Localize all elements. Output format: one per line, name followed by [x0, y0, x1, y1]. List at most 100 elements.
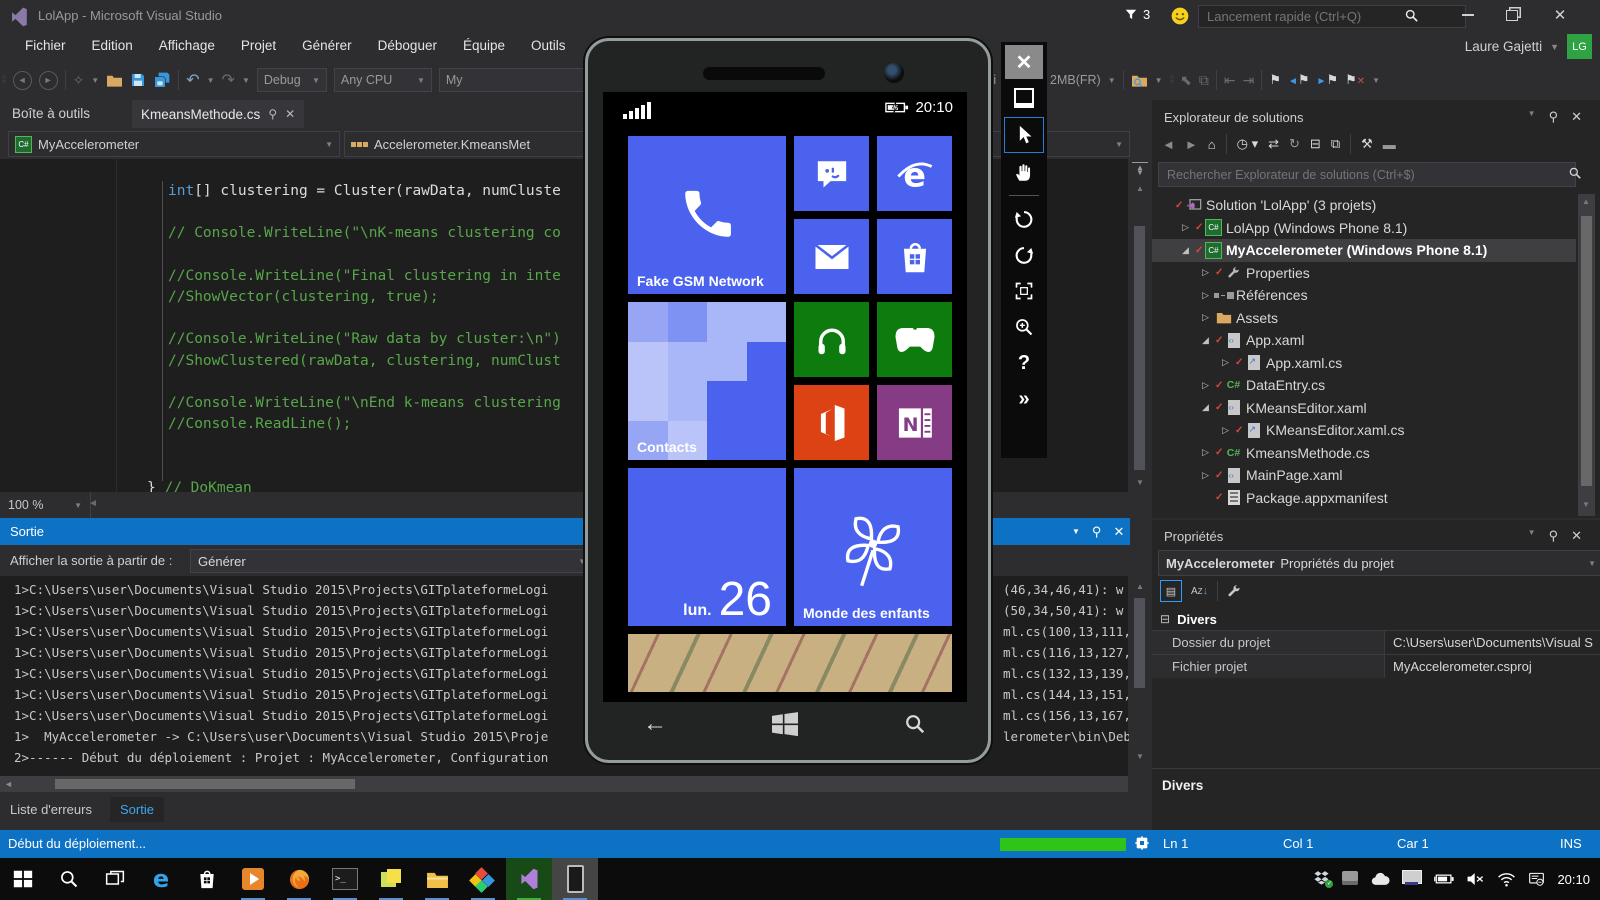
previous-bookmark-button[interactable]: ◄⚑	[1288, 72, 1310, 88]
expander-icon[interactable]: ▷	[1200, 267, 1211, 278]
refresh-icon[interactable]: ↻	[1289, 136, 1300, 152]
user-account[interactable]: Laure Gajetti ▼ LG	[1465, 34, 1592, 59]
taskbar-phone-emulator-button[interactable]	[552, 858, 598, 900]
solution-configuration-dropdown[interactable]: Debug▼	[257, 68, 327, 92]
tab-output[interactable]: Sortie	[110, 797, 164, 822]
minimize-button[interactable]	[1448, 0, 1488, 30]
scroll-down-arrow-icon[interactable]: ▼	[1136, 752, 1144, 761]
tile-internet-explorer[interactable]: e	[877, 136, 952, 211]
tile-games[interactable]	[877, 302, 952, 377]
tab-toolbox[interactable]: Boîte à outils	[12, 106, 90, 121]
taskbar-visual-studio-button[interactable]	[506, 858, 552, 900]
expander-icon[interactable]: ▷	[1200, 312, 1211, 323]
menu-fichier[interactable]: Fichier	[14, 32, 77, 62]
taskbar-search-button[interactable]	[46, 858, 92, 900]
tree-item-solution-lolapp-3-projets-[interactable]: ✓Solution 'LolApp' (3 projets)	[1152, 194, 1576, 217]
pin-icon[interactable]: ⚲	[1549, 109, 1559, 125]
preview-icon[interactable]: ⧉	[1331, 136, 1340, 152]
tab-kmeansmethode[interactable]: KmeansMethode.cs ⚲ ✕	[132, 100, 304, 128]
tile-calendar[interactable]: lun.26	[628, 468, 786, 626]
scroll-up-arrow-icon[interactable]: ▲	[1136, 582, 1144, 591]
categorized-view-button[interactable]: ▤	[1160, 580, 1182, 602]
window-position-icon[interactable]: ▼	[1528, 109, 1536, 125]
scroll-up-arrow-icon[interactable]: ▲	[1136, 184, 1144, 193]
tray-onedrive-icon[interactable]	[1370, 872, 1390, 886]
phone-start-button[interactable]	[770, 711, 800, 737]
chevron-down-icon[interactable]: ▼	[207, 76, 215, 85]
pending-changes-icon[interactable]: ◷ ▾	[1237, 136, 1258, 152]
indent-button[interactable]: ⇥	[1243, 72, 1255, 89]
feedback-smiley-icon[interactable]	[1170, 6, 1190, 26]
chevron-down-icon[interactable]: ▼	[1108, 76, 1116, 85]
editor-scrollbar-thumb[interactable]	[1134, 226, 1145, 470]
scroll-up-arrow-icon[interactable]: ▲	[1582, 197, 1590, 206]
close-button[interactable]: ✕	[1540, 0, 1580, 30]
next-bookmark-button[interactable]: ►⚑	[1317, 72, 1339, 88]
solution-explorer-search-input[interactable]	[1158, 162, 1576, 187]
tile-monde-des-enfants[interactable]: Monde des enfants	[794, 468, 952, 626]
chevron-down-icon[interactable]: ▼	[1155, 76, 1163, 85]
emulator-help-button[interactable]: ?	[1005, 346, 1043, 380]
tree-item-kmeansmethode.cs[interactable]: ▷✓C#KmeansMethode.cs	[1152, 442, 1576, 465]
output-source-dropdown[interactable]: Générer▼	[190, 549, 594, 573]
scrollbar-thumb[interactable]	[1581, 216, 1592, 486]
close-icon[interactable]: ✕	[1571, 109, 1582, 125]
hscroll-left-arrow-icon[interactable]: ◄	[88, 498, 98, 509]
search-icon[interactable]	[1568, 166, 1582, 180]
home-icon[interactable]: ⌂	[1208, 137, 1216, 152]
tray-volume-muted-icon[interactable]	[1466, 871, 1485, 887]
property-value[interactable]: C:\Users\user\Documents\Visual S	[1385, 631, 1600, 654]
split-window-handle[interactable]: ▲▼	[1132, 162, 1148, 175]
tree-item-assets[interactable]: ▷Assets	[1152, 307, 1576, 330]
project-dropdown[interactable]: C# MyAccelerometer ▼	[8, 131, 340, 157]
emulator-cursor-button[interactable]	[1004, 117, 1044, 153]
emulator-minimize-button[interactable]	[1005, 81, 1043, 115]
taskbar-file-explorer-button[interactable]	[414, 858, 460, 900]
collapse-icon[interactable]: ⊟	[1160, 612, 1170, 626]
solution-explorer-titlebar[interactable]: Explorateur de solutions ▼ ⚲ ✕	[1152, 104, 1600, 130]
phone-back-button[interactable]: ←	[643, 714, 667, 734]
find-in-files-button[interactable]	[1131, 73, 1148, 88]
editor-zoom-dropdown[interactable]: 100 %▼	[0, 492, 91, 518]
tree-item-package.appxmanifest[interactable]: ✓Package.appxmanifest	[1152, 487, 1576, 510]
solution-platform-dropdown[interactable]: Any CPU▼	[334, 68, 432, 92]
save-button[interactable]	[130, 72, 146, 88]
expander-icon[interactable]: ▷	[1180, 222, 1191, 233]
emulator-close-button[interactable]: ✕	[1005, 45, 1043, 79]
taskbar-task-view-button[interactable]	[92, 858, 138, 900]
tile-contacts[interactable]: Contacts	[628, 302, 786, 460]
property-row[interactable]: Fichier projetMyAccelerometer.csproj	[1152, 654, 1600, 678]
scroll-left-arrow-icon[interactable]: ◄	[4, 779, 13, 789]
tree-item-kmeanseditor.xaml.cs[interactable]: ▷✓↗KMeansEditor.xaml.cs	[1152, 419, 1576, 442]
window-position-icon[interactable]: ▼	[1072, 527, 1080, 536]
menu-deboguer[interactable]: Déboguer	[367, 32, 448, 62]
scroll-down-arrow-icon[interactable]: ▼	[1136, 478, 1144, 487]
tray-dropbox-icon[interactable]: ✓	[1313, 869, 1330, 889]
collapse-all-icon[interactable]: ⊟	[1310, 136, 1321, 152]
chevron-down-icon[interactable]: ▼	[1372, 76, 1380, 85]
forward-icon[interactable]: ►	[1185, 137, 1198, 152]
taskbar-color-app-button[interactable]	[460, 858, 506, 900]
expander-icon[interactable]: ▷	[1200, 447, 1211, 458]
phone-emulator-window[interactable]: 20:10 Fake GSM NetworkeContactsNlun.26Mo…	[585, 38, 991, 763]
menu-projet[interactable]: Projet	[230, 32, 287, 62]
taskbar-firefox-button[interactable]	[276, 858, 322, 900]
sync-icon[interactable]: ⇄	[1268, 136, 1279, 152]
menu-generer[interactable]: Générer	[291, 32, 363, 62]
tree-item-lolapp-windows-phone-8.1-[interactable]: ▷✓C#LolApp (Windows Phone 8.1)	[1152, 217, 1576, 240]
tile-messaging[interactable]	[794, 136, 869, 211]
pin-icon[interactable]: ⚲	[1092, 524, 1102, 540]
alphabetical-sort-button[interactable]: AZ↓	[1191, 585, 1208, 597]
tree-scrollbar[interactable]: ▲ ▼	[1578, 194, 1595, 516]
chevron-down-icon[interactable]: ▼	[91, 76, 99, 85]
new-item-button[interactable]: ✧	[73, 72, 85, 89]
minus-icon[interactable]: ▬	[1383, 137, 1396, 152]
redo-button[interactable]: ↷	[222, 70, 235, 90]
scrollbar-thumb[interactable]	[55, 779, 355, 789]
property-row[interactable]: Dossier du projetC:\Users\user\Documents…	[1152, 630, 1600, 654]
toolbar-grip[interactable]: ⁞⁞	[2, 75, 6, 86]
chevron-down-icon[interactable]: ▼	[242, 76, 250, 85]
undo-button[interactable]: ↶	[186, 70, 199, 90]
quick-launch-search-icon[interactable]	[1404, 8, 1419, 23]
emulator-zoom-button[interactable]	[1005, 310, 1043, 344]
